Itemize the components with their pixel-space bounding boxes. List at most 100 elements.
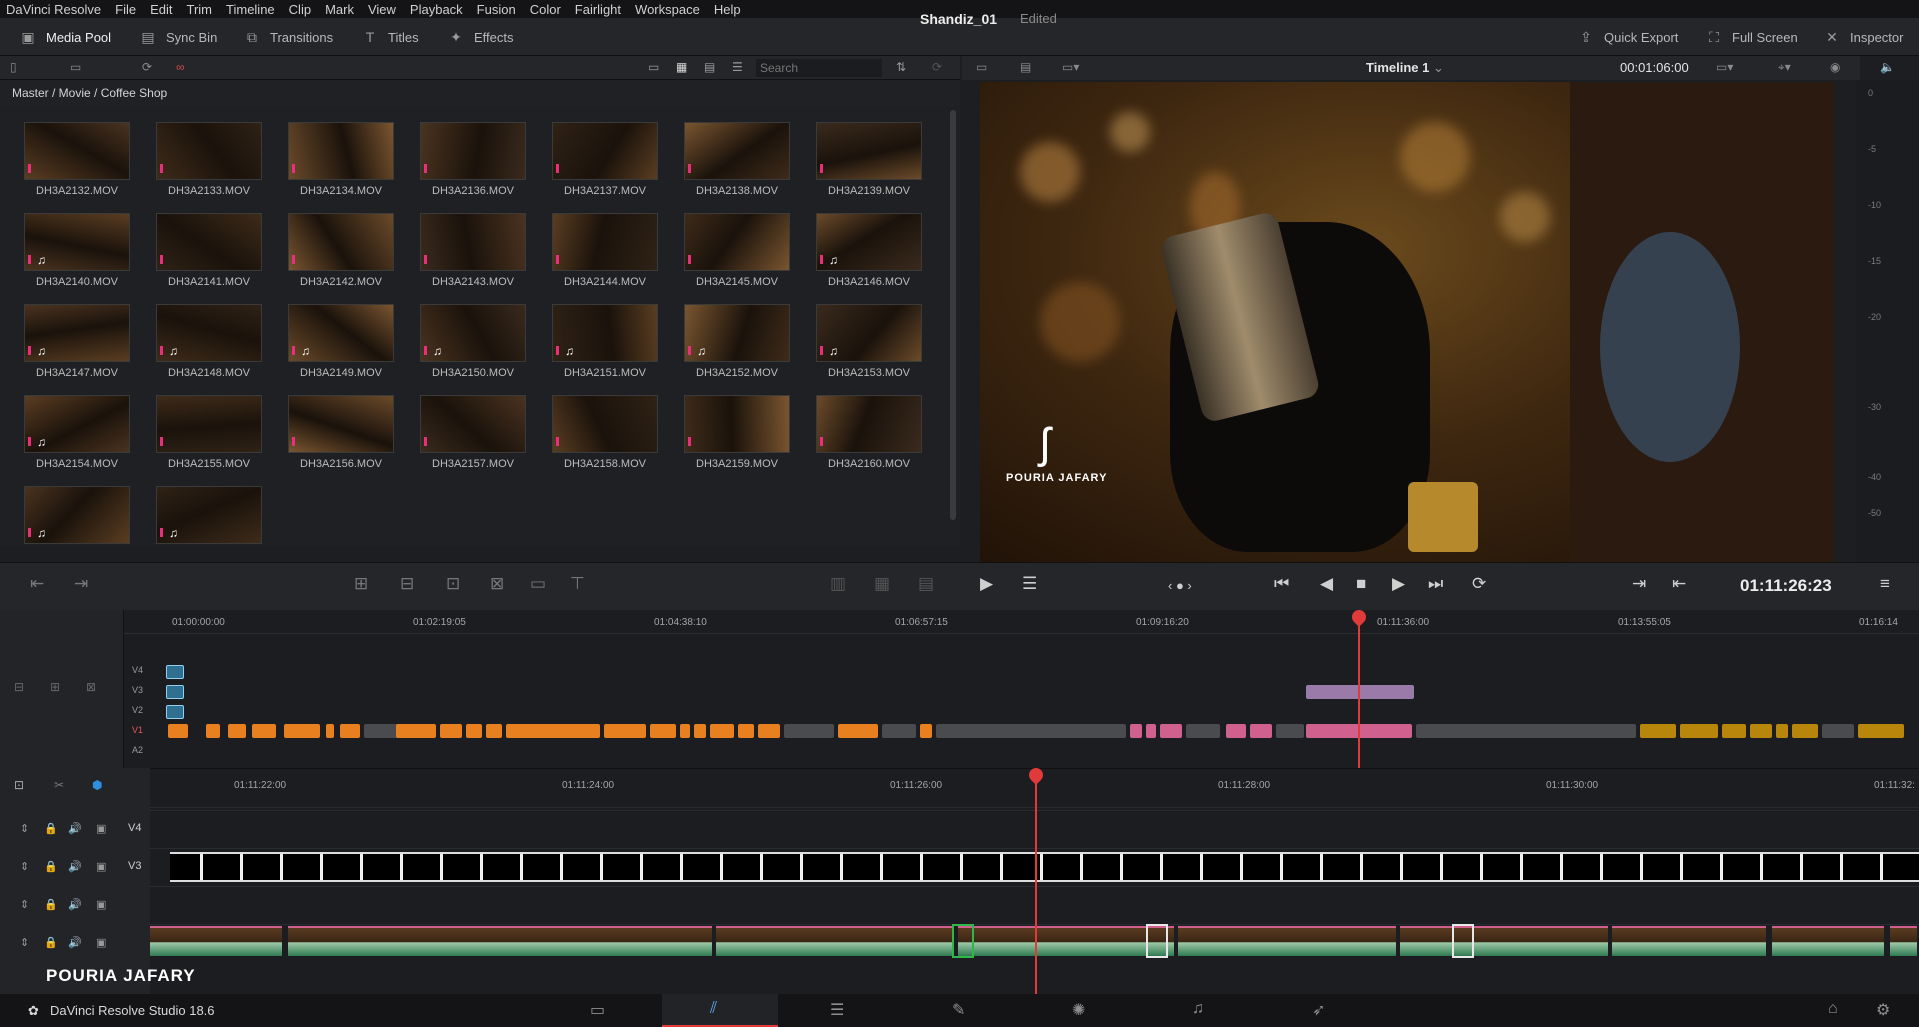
append-icon[interactable]: ⊟ xyxy=(400,574,414,594)
mini-clip[interactable] xyxy=(440,724,462,738)
mini-clip[interactable] xyxy=(506,724,600,738)
menu-fusion[interactable]: Fusion xyxy=(477,2,516,17)
track-height-icon[interactable]: ⇕ xyxy=(20,898,29,911)
mini-clip[interactable] xyxy=(680,724,690,738)
playback-mode-icon[interactable]: ▶ xyxy=(980,574,993,594)
cut-page-icon[interactable]: ⫽ xyxy=(710,1000,717,1018)
menu-playback[interactable]: Playback xyxy=(410,2,463,17)
mini-clip[interactable] xyxy=(920,724,932,738)
mini-clip[interactable] xyxy=(1792,724,1818,738)
new-bin-icon[interactable]: ▭ xyxy=(70,60,81,74)
mini-clip[interactable] xyxy=(710,724,734,738)
skip-to-start-icon[interactable]: ⏮ xyxy=(1274,574,1289,594)
mini-clip[interactable] xyxy=(486,724,502,738)
mini-upper-clip[interactable] xyxy=(166,665,184,679)
titles-button[interactable]: T Titles xyxy=(360,18,419,56)
mini-upper-clip[interactable] xyxy=(166,685,184,699)
mini-clip[interactable] xyxy=(206,724,220,738)
media-clip[interactable]: DH3A2160.MOV xyxy=(816,395,922,470)
next-edit-icon[interactable]: ⇥ xyxy=(1632,574,1646,594)
layout-a-icon[interactable]: ▥ xyxy=(830,574,846,594)
mini-clip[interactable] xyxy=(1750,724,1772,738)
reverse-play-icon[interactable]: ◀ xyxy=(1320,574,1333,594)
mini-clip[interactable] xyxy=(838,724,878,738)
media-clip[interactable]: ♫ DH3A2147.MOV xyxy=(24,304,130,379)
mini-clip[interactable] xyxy=(1640,724,1676,738)
options-menu-icon[interactable]: ≡ xyxy=(1880,574,1890,594)
mini-clip[interactable] xyxy=(784,724,834,738)
track-height-icon[interactable]: ⇕ xyxy=(20,936,29,949)
menu-app[interactable]: DaVinci Resolve xyxy=(6,2,101,17)
mini-clip[interactable] xyxy=(738,724,754,738)
media-clip[interactable]: DH3A2145.MOV xyxy=(684,213,790,288)
sort-icon[interactable]: ⇅ xyxy=(896,60,906,74)
skip-to-end-icon[interactable]: ⏭ xyxy=(1428,574,1443,594)
media-clip[interactable]: ♫ DH3A2150.MOV xyxy=(420,304,526,379)
media-clip[interactable]: DH3A2132.MOV xyxy=(24,122,130,197)
film-icon[interactable]: ▣ xyxy=(96,936,106,949)
transition-marker[interactable] xyxy=(1452,924,1474,958)
layout-icon[interactable]: ▭ xyxy=(976,60,987,74)
media-clip[interactable]: ♫ DH3A2148.MOV xyxy=(156,304,262,379)
media-clip[interactable]: DH3A2158.MOV xyxy=(552,395,658,470)
smart-insert-icon[interactable]: ⊞ xyxy=(354,574,368,594)
search-input[interactable] xyxy=(756,59,882,77)
mini-clip[interactable] xyxy=(228,724,246,738)
mini-clip[interactable] xyxy=(604,724,646,738)
video-clip[interactable] xyxy=(958,926,1174,956)
mini-clip[interactable] xyxy=(1226,724,1246,738)
bin-list-icon[interactable]: ▯ xyxy=(10,60,17,74)
source-overwrite-icon[interactable]: ⊤ xyxy=(570,574,585,594)
film-icon[interactable]: ▣ xyxy=(96,898,106,911)
settings-sliders-icon[interactable]: ☰ xyxy=(1022,574,1037,594)
speaker-icon[interactable]: 🔊 xyxy=(68,936,82,949)
media-clip[interactable]: ♫ DH3A2151.MOV xyxy=(552,304,658,379)
filmstrip-view-icon[interactable]: ▤ xyxy=(704,60,715,74)
mini-clip[interactable] xyxy=(168,724,188,738)
sync-bin-button[interactable]: ▤ Sync Bin xyxy=(138,18,217,56)
viewer-mode-icon[interactable]: ▭▾ xyxy=(1062,60,1079,74)
speaker-icon[interactable]: 🔊 xyxy=(68,822,82,835)
mini-clip[interactable] xyxy=(882,724,916,738)
mini-upper-clip[interactable] xyxy=(166,705,184,719)
mini-playhead[interactable] xyxy=(1358,610,1360,768)
mini-clip[interactable] xyxy=(1416,724,1636,738)
media-clip[interactable]: DH3A2133.MOV xyxy=(156,122,262,197)
media-clip[interactable]: DH3A2141.MOV xyxy=(156,213,262,288)
layout-c-icon[interactable]: ▤ xyxy=(918,574,934,594)
full-screen-button[interactable]: ⛶ Full Screen xyxy=(1704,18,1798,56)
media-clip[interactable]: ♫ DH3A2153.MOV xyxy=(816,304,922,379)
mini-clip[interactable] xyxy=(650,724,676,738)
media-clip[interactable]: DH3A2144.MOV xyxy=(552,213,658,288)
place-on-top-icon[interactable]: ▭ xyxy=(530,574,546,594)
media-clip[interactable]: ♫ DH3A2154.MOV xyxy=(24,395,130,470)
play-icon[interactable]: ▶ xyxy=(1392,574,1405,594)
sync-icon[interactable]: ⟳ xyxy=(142,60,152,74)
loop-icon[interactable]: ⟳ xyxy=(1472,574,1486,594)
menu-timeline[interactable]: Timeline xyxy=(226,2,275,17)
media-clip[interactable]: ♫ DH3A2140.MOV xyxy=(24,213,130,288)
menu-fairlight[interactable]: Fairlight xyxy=(575,2,621,17)
thumbnail-view-icon[interactable]: ▦ xyxy=(676,60,687,74)
media-clip[interactable]: DH3A2143.MOV xyxy=(420,213,526,288)
fusion-page-icon[interactable]: ✎ xyxy=(952,1000,965,1020)
flag-icon[interactable]: ⬢ xyxy=(92,778,102,792)
transitions-button[interactable]: ⧉ Transitions xyxy=(242,18,333,56)
lock-icon[interactable]: 🔒 xyxy=(44,898,58,911)
mini-clip[interactable] xyxy=(326,724,334,738)
media-clip[interactable]: DH3A2155.MOV xyxy=(156,395,262,470)
edit-page-icon[interactable]: ☰ xyxy=(830,1000,844,1020)
video-clip[interactable] xyxy=(1178,926,1396,956)
close-up-icon[interactable]: ⊠ xyxy=(490,574,504,594)
media-page-icon[interactable]: ▭ xyxy=(590,1000,605,1020)
video-clip[interactable] xyxy=(1772,926,1884,956)
mini-title-clip[interactable] xyxy=(1306,685,1414,699)
breadcrumb[interactable]: Master / Movie / Coffee Shop xyxy=(0,80,960,106)
speaker-icon[interactable]: 🔊 xyxy=(68,860,82,873)
track-tool-a-icon[interactable]: ⊟ xyxy=(14,680,24,694)
media-clip[interactable]: ♫ DH3A2152.MOV xyxy=(684,304,790,379)
mini-clip[interactable] xyxy=(284,724,320,738)
ripple-overwrite-icon[interactable]: ⊡ xyxy=(446,574,460,594)
metadata-view-icon[interactable]: ▭ xyxy=(648,60,659,74)
layout-b-icon[interactable]: ▦ xyxy=(874,574,890,594)
